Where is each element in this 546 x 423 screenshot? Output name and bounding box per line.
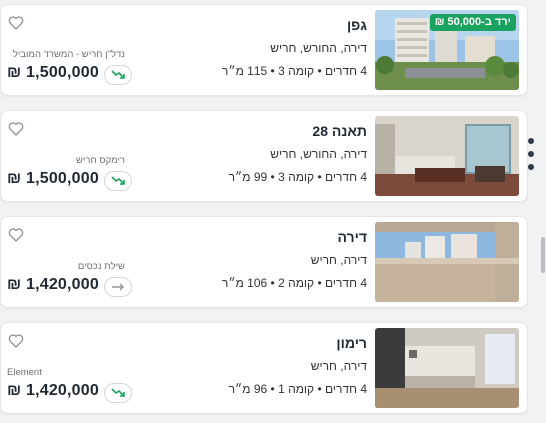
listing-type-location: דירה, חריש: [310, 253, 367, 267]
listing-specs: 4 חדרים • קומה 2 • 106 מ״ר: [221, 276, 367, 290]
listing-type-location: דירה, החורש, חריש: [270, 147, 367, 161]
listing-photo[interactable]: [375, 116, 519, 196]
trend-down-icon: [111, 70, 125, 79]
heart-outline-icon[interactable]: [8, 121, 24, 136]
trend-down-icon: [111, 388, 125, 397]
agency-name: Element: [7, 367, 42, 378]
kitchen-image: [375, 328, 519, 408]
heart-outline-icon[interactable]: [8, 15, 24, 30]
listing-photo[interactable]: [375, 222, 519, 302]
dot: [528, 138, 534, 144]
trend-down-icon: [111, 176, 125, 185]
listing-card[interactable]: תאנה 28 דירה, החורש, חריש 4 חדרים • קומה…: [0, 110, 528, 202]
listing-price: ₪ 1,420,000: [7, 276, 99, 293]
price-trend-button[interactable]: [104, 277, 132, 297]
price-trend-button[interactable]: [104, 383, 132, 403]
listing-title: תאנה 28: [312, 123, 367, 139]
listing-type-location: דירה, החורש, חריש: [270, 41, 367, 55]
price-drop-badge: ירד ב-50,000 ₪: [429, 14, 516, 31]
listing-specs: 4 חדרים • קומה 3 • 99 מ״ר: [228, 170, 367, 184]
heart-outline-icon[interactable]: [8, 333, 24, 348]
listing-card[interactable]: דירה דירה, חריש 4 חדרים • קומה 2 • 106 מ…: [0, 216, 528, 308]
agency-name: נדל"ן חריש - המשרד המוביל: [12, 49, 125, 60]
listing-title: דירה: [337, 229, 367, 245]
listing-card[interactable]: ירד ב-50,000 ₪ גפן דירה, החורש, חריש 4 ח…: [0, 4, 528, 96]
listing-title: גפן: [346, 17, 367, 33]
listing-specs: 4 חדרים • קומה 1 • 96 מ״ר: [228, 382, 367, 396]
price-trend-button[interactable]: [104, 171, 132, 191]
agency-name: שילת נכסים: [77, 261, 125, 272]
agency-name: רימקס חריש: [76, 155, 125, 166]
living-room-image: [375, 116, 519, 196]
listing-specs: 4 חדרים • קומה 3 • 115 מ״ר: [221, 64, 367, 78]
price-trend-button[interactable]: [104, 65, 132, 85]
listing-price: ₪ 1,420,000: [7, 382, 99, 399]
listing-price: ₪ 1,500,000: [7, 170, 99, 187]
listing-title: רימון: [336, 335, 367, 351]
scrollbar-thumb[interactable]: [541, 237, 545, 273]
balcony-view-image: [375, 222, 519, 302]
listing-photo[interactable]: [375, 328, 519, 408]
heart-outline-icon[interactable]: [8, 227, 24, 242]
vertical-dots-icon[interactable]: [527, 138, 535, 178]
arrow-right-icon: [112, 283, 124, 291]
listing-photo[interactable]: ירד ב-50,000 ₪: [375, 10, 519, 90]
listing-price: ₪ 1,500,000: [7, 64, 99, 81]
listing-type-location: דירה, חריש: [310, 359, 367, 373]
dot: [528, 164, 534, 170]
dot: [528, 151, 534, 157]
listing-card[interactable]: רימון דירה, חריש 4 חדרים • קומה 1 • 96 מ…: [0, 322, 528, 414]
